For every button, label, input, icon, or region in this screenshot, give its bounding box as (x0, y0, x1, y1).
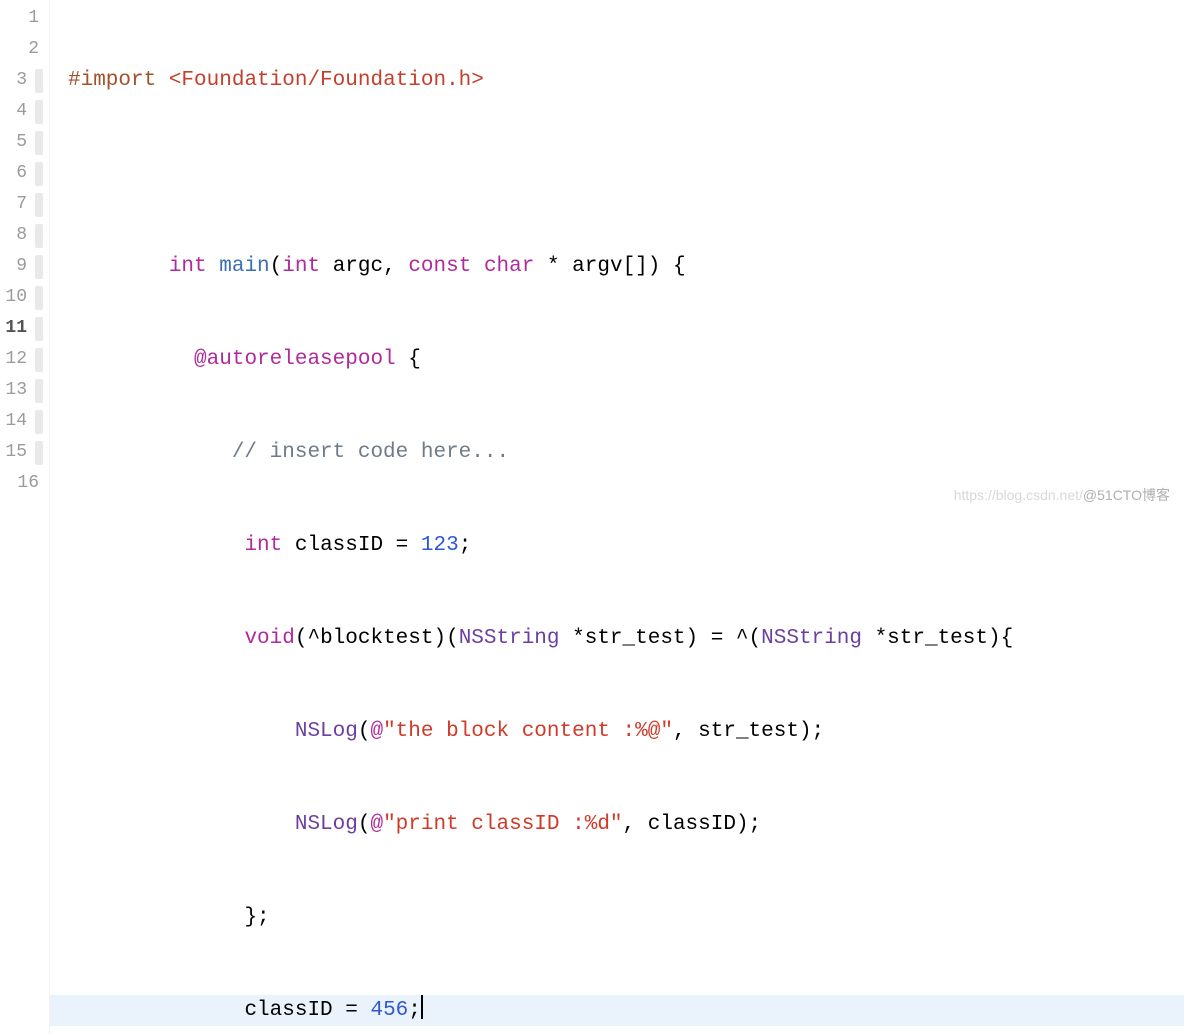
fold-indicator[interactable] (35, 224, 43, 248)
line-number: 12 (5, 344, 31, 375)
fold-indicator[interactable] (35, 69, 43, 93)
watermark-url: https://blog.csdn.net/ (954, 487, 1083, 503)
code-line[interactable]: NSLog(@"the block content :%@", str_test… (68, 716, 1184, 747)
function-call-token: NSLog (295, 720, 358, 743)
string-token: "print classID :%d" (383, 813, 622, 836)
type-token: NSString (761, 627, 874, 650)
keyword-token: const (408, 255, 484, 278)
fold-indicator[interactable] (35, 162, 43, 186)
code-line[interactable]: int classID = 123; (68, 530, 1184, 561)
line-number: 11 (5, 313, 31, 344)
code-line[interactable]: @autoreleasepool { (68, 344, 1184, 375)
code-area[interactable]: #import <Foundation/Foundation.h> int ma… (50, 0, 1184, 1034)
line-number: 14 (5, 406, 31, 437)
code-line[interactable] (68, 158, 1184, 189)
code-line[interactable]: }; (68, 902, 1184, 933)
preprocessor-token: #import (68, 69, 169, 92)
code-editor[interactable]: 1 2 3 4 5 6 7 8 9 10 11 12 13 14 15 16 #… (0, 0, 1184, 1034)
fold-indicator[interactable] (35, 317, 43, 341)
line-number: 2 (28, 34, 43, 65)
line-number: 4 (16, 96, 31, 127)
line-number: 6 (16, 158, 31, 189)
keyword-token: @autoreleasepool (194, 348, 408, 371)
line-gutter: 1 2 3 4 5 6 7 8 9 10 11 12 13 14 15 16 (0, 0, 50, 1034)
function-call-token: NSLog (295, 813, 358, 836)
function-name-token: main (219, 255, 269, 278)
line-number: 5 (16, 127, 31, 158)
keyword-token: int (169, 255, 219, 278)
line-number: 8 (16, 220, 31, 251)
number-token: 123 (421, 534, 459, 557)
line-number: 9 (16, 251, 31, 282)
line-number: 7 (16, 189, 31, 220)
code-line-active[interactable]: classID = 456; (50, 995, 1184, 1026)
type-token: NSString (459, 627, 572, 650)
code-line[interactable]: NSLog(@"print classID :%d", classID); (68, 809, 1184, 840)
string-token: "the block content :%@" (383, 720, 673, 743)
at-token: @ (370, 813, 383, 836)
watermark: https://blog.csdn.net/@51CTO博客 (954, 480, 1170, 511)
import-path-token: <Foundation/Foundation.h> (169, 69, 484, 92)
code-line[interactable]: int main(int argc, const char * argv[]) … (68, 251, 1184, 282)
keyword-token: void (244, 627, 294, 650)
line-number: 1 (28, 3, 43, 34)
watermark-handle: @51CTO博客 (1083, 487, 1170, 503)
fold-indicator[interactable] (35, 286, 43, 310)
keyword-token: char (484, 255, 547, 278)
fold-indicator[interactable] (35, 193, 43, 217)
at-token: @ (370, 720, 383, 743)
comment-token: // insert code here... (232, 441, 509, 464)
fold-indicator[interactable] (35, 100, 43, 124)
code-line[interactable]: #import <Foundation/Foundation.h> (68, 65, 1184, 96)
keyword-token: int (282, 255, 332, 278)
fold-indicator[interactable] (35, 379, 43, 403)
number-token: 456 (370, 999, 408, 1022)
fold-indicator[interactable] (35, 410, 43, 434)
line-number: 13 (5, 375, 31, 406)
line-number: 16 (17, 468, 43, 499)
line-number: 10 (5, 282, 31, 313)
code-line[interactable]: // insert code here... (68, 437, 1184, 468)
fold-indicator[interactable] (35, 255, 43, 279)
line-number: 3 (16, 65, 31, 96)
fold-indicator[interactable] (35, 441, 43, 465)
fold-indicator[interactable] (35, 131, 43, 155)
text-caret (421, 999, 423, 1022)
fold-indicator[interactable] (35, 348, 43, 372)
keyword-token: int (244, 534, 294, 557)
code-line[interactable]: void(^blocktest)(NSString *str_test) = ^… (68, 623, 1184, 654)
line-number: 15 (5, 437, 31, 468)
